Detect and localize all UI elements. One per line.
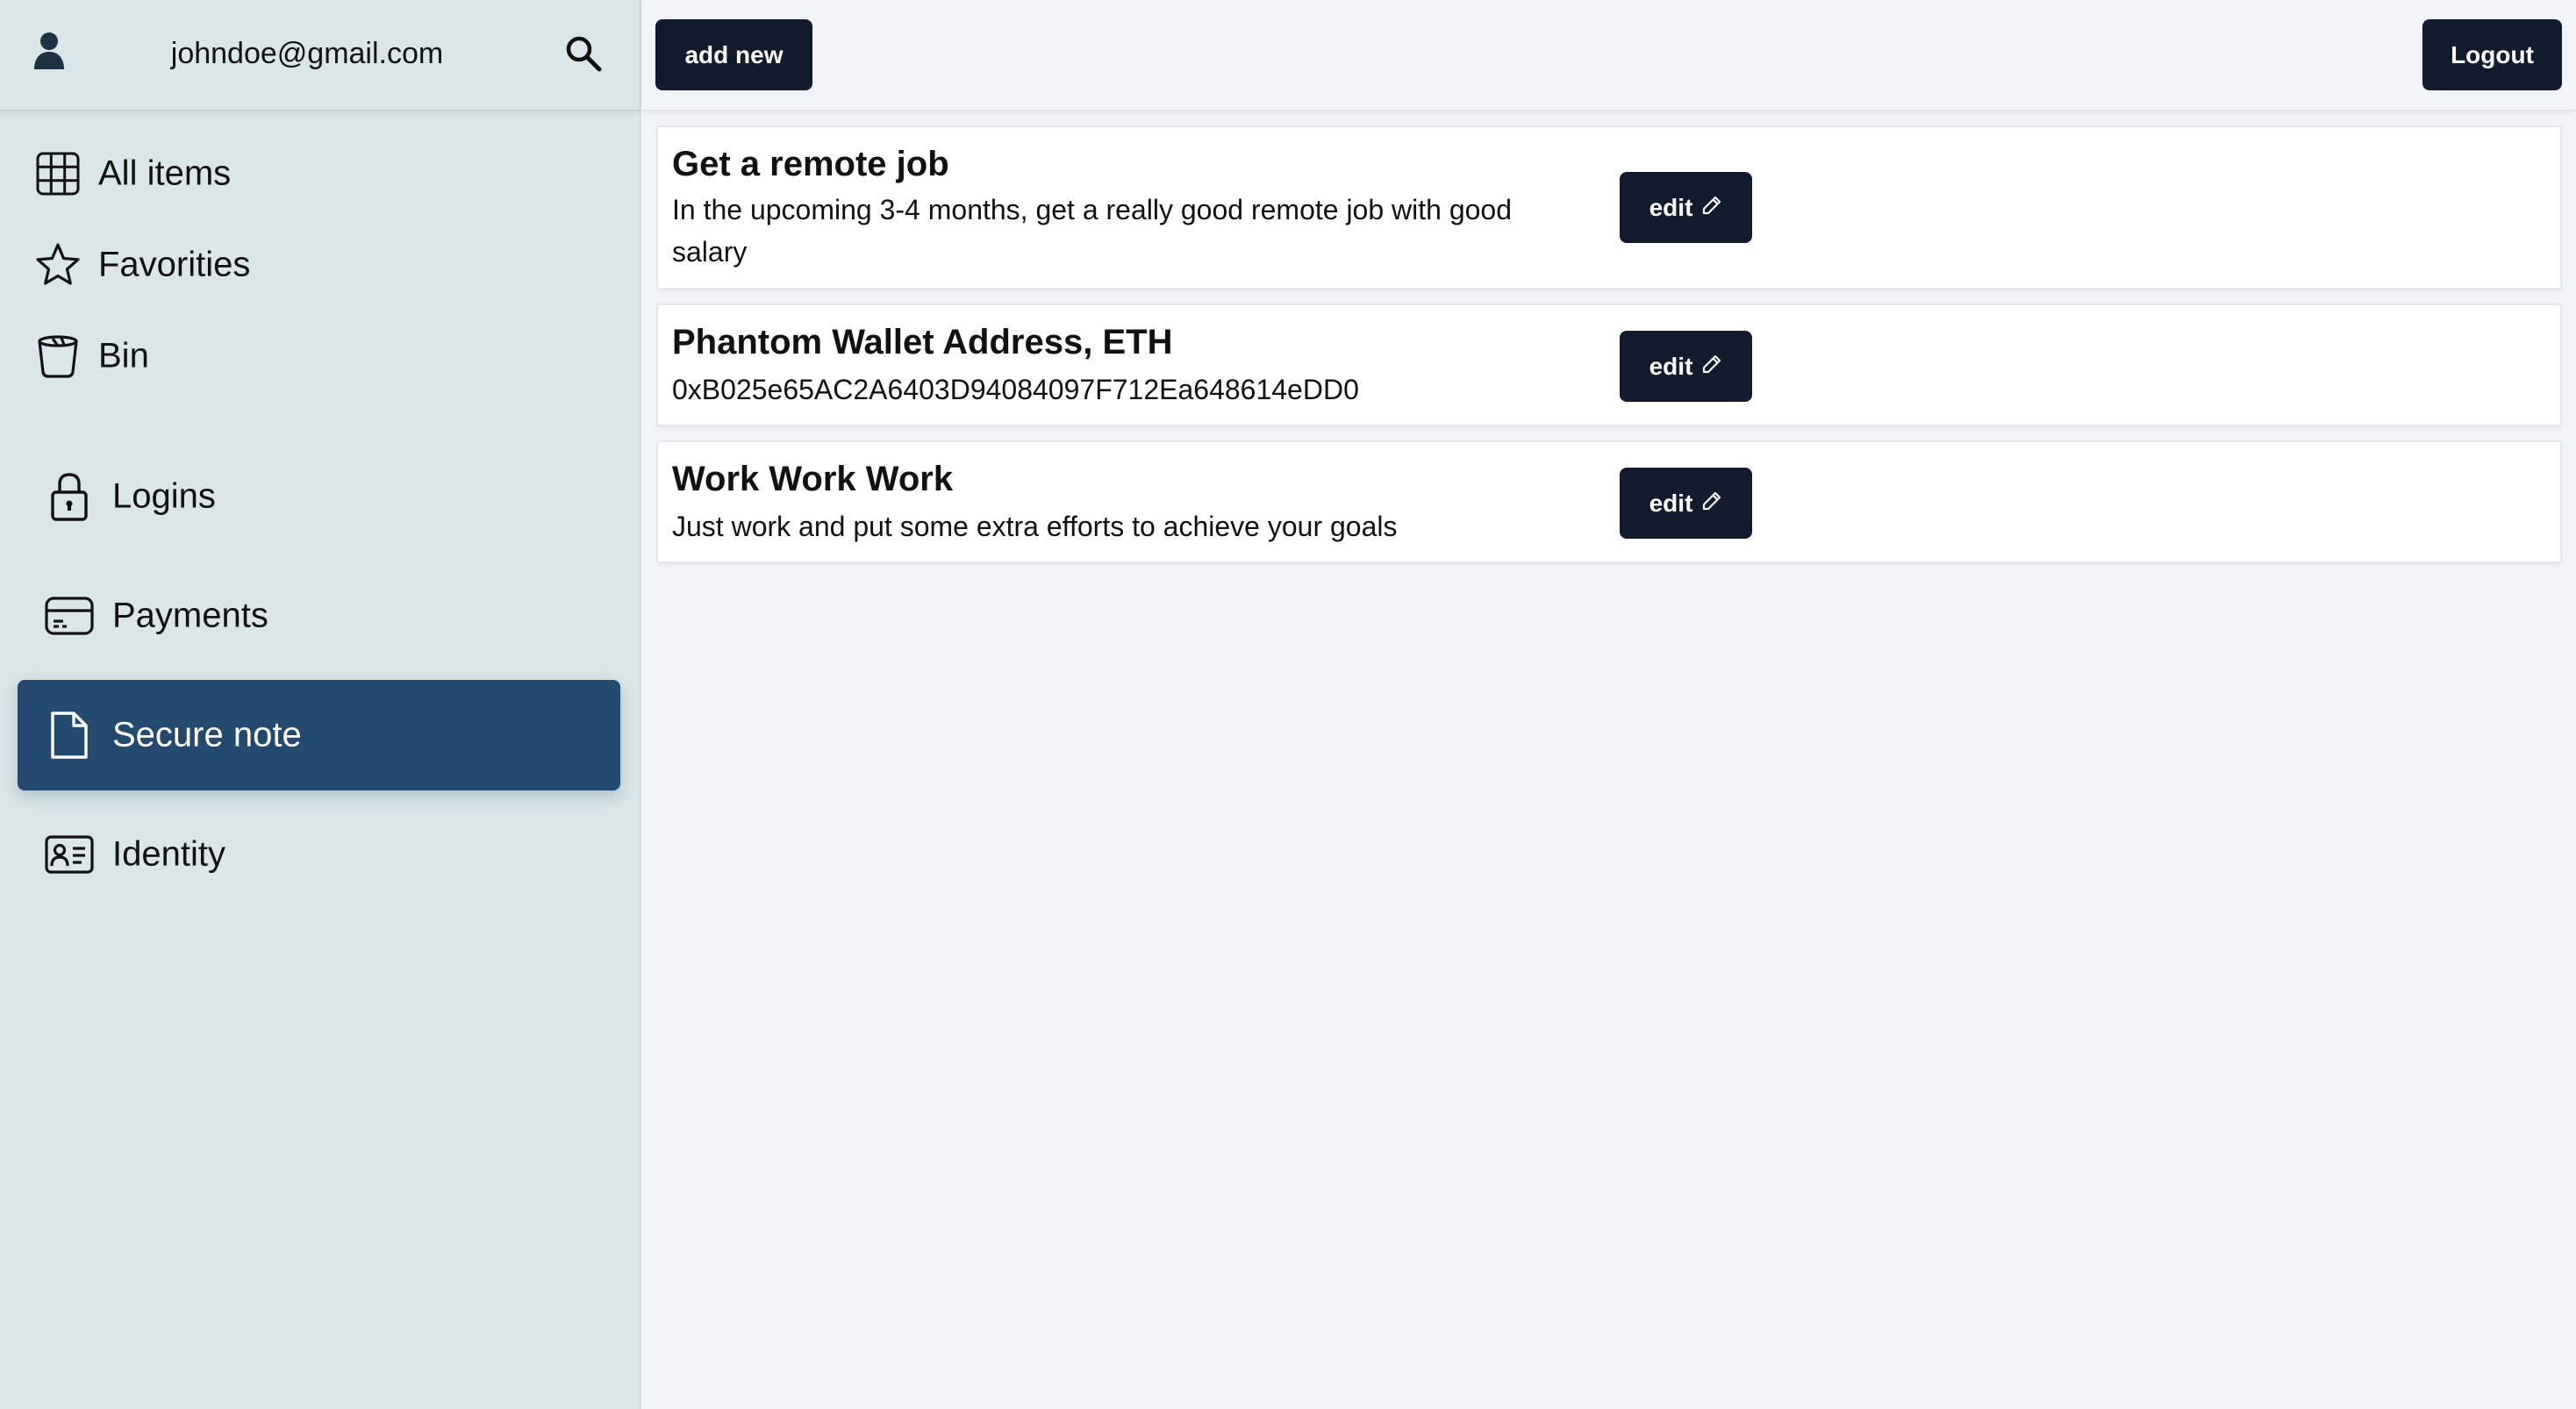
note-title: Work Work Work (672, 460, 954, 498)
sidebar-item-payments[interactable]: Payments (18, 561, 620, 671)
sidebar-item-logins[interactable]: Logins (18, 441, 620, 552)
search-icon[interactable] (564, 34, 603, 73)
sidebar-item-label: Identity (112, 834, 225, 874)
edit-button[interactable]: edit (1620, 172, 1752, 243)
id-card-icon (44, 829, 95, 880)
sidebar-header: johndoe@gmail.com (0, 0, 640, 111)
logout-button[interactable]: Logout (2422, 19, 2562, 90)
edit-label: edit (1649, 489, 1693, 517)
topbar: add new Logout (641, 0, 2576, 111)
app: johndoe@gmail.com All items Favorities B… (0, 0, 2576, 1409)
edit-button[interactable]: edit (1620, 468, 1752, 539)
sidebar-item-label: Secure note (112, 715, 302, 755)
note-body: 0xB025e65AC2A6403D94084097F712Ea648614eD… (672, 374, 1359, 405)
note-card: Work Work Work Just work and put some ex… (656, 440, 2562, 563)
note-card: Get a remote job In the upcoming 3-4 mon… (656, 125, 2562, 290)
card-icon (44, 590, 95, 641)
grid-icon (35, 151, 81, 197)
note-title: Phantom Wallet Address, ETH (672, 323, 1173, 361)
sidebar-item-label: Favorities (98, 245, 251, 284)
note-title: Get a remote job (672, 145, 949, 183)
star-icon (35, 242, 81, 288)
pencil-icon (1701, 353, 1722, 381)
bin-icon (35, 333, 81, 379)
edit-label: edit (1649, 352, 1693, 380)
sidebar-item-identity[interactable]: Identity (18, 799, 620, 910)
sidebar-item-secure-note[interactable]: Secure note (18, 680, 620, 790)
sidebar-item-bin[interactable]: Bin (18, 301, 620, 411)
edit-label: edit (1649, 193, 1693, 221)
pencil-icon (1701, 490, 1722, 518)
user-email: johndoe@gmail.com (170, 37, 444, 70)
edit-button[interactable]: edit (1620, 331, 1752, 402)
note-body: In the upcoming 3-4 months, get a really… (672, 194, 1513, 268)
note-body: Just work and put some extra efforts to … (672, 511, 1398, 542)
sidebar-item-label: All items (98, 154, 232, 193)
note-card: Phantom Wallet Address, ETH 0xB025e65AC2… (656, 304, 2562, 426)
pencil-icon (1701, 194, 1722, 222)
sidebar-item-label: Logins (112, 476, 216, 516)
document-icon (44, 710, 95, 761)
add-new-button[interactable]: add new (655, 19, 812, 90)
sidebar-item-label: Payments (112, 596, 268, 635)
sidebar-item-label: Bin (98, 336, 149, 375)
lock-icon (44, 471, 95, 522)
sidebar: johndoe@gmail.com All items Favorities B… (0, 0, 641, 1409)
